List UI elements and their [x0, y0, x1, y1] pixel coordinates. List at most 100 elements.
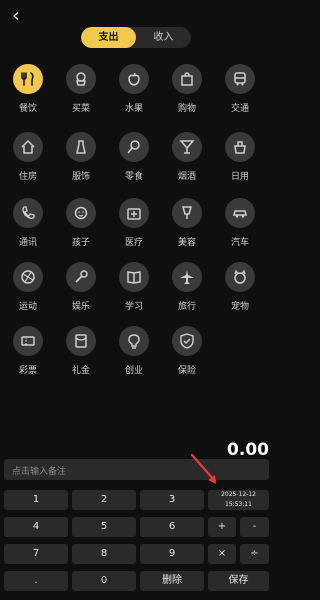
amount-display: 0.00 — [227, 440, 269, 460]
save-button[interactable]: 保存 — [208, 571, 269, 591]
key-dot[interactable]: . — [4, 571, 68, 591]
category-label: 运动 — [18, 302, 37, 312]
category-item-study[interactable]: 学习 — [108, 262, 160, 317]
bus-icon — [225, 64, 255, 94]
note-field-container — [4, 459, 285, 483]
basketball-icon — [13, 262, 43, 292]
category-label: 宠物 — [230, 302, 249, 312]
type-segmented-control: 支出 收入 — [81, 27, 191, 48]
category-label: 住房 — [18, 172, 37, 182]
category-label: 彩票 — [18, 366, 37, 376]
category-item-gift-money[interactable]: 礼金 — [55, 326, 107, 381]
key-5[interactable]: 5 — [72, 517, 136, 537]
category-label: 通讯 — [18, 238, 37, 248]
category-item-children[interactable]: 孩子 — [55, 198, 107, 253]
shopping-bag-icon — [172, 64, 202, 94]
category-label: 旅行 — [177, 302, 196, 312]
category-label: 保险 — [177, 366, 196, 376]
book-icon — [119, 262, 149, 292]
phone-icon — [13, 198, 43, 228]
category-label: 汽车 — [230, 238, 249, 248]
date-label: 2025-12-12 — [221, 491, 256, 498]
category-item-groceries[interactable]: 买菜 — [55, 64, 107, 119]
category-label: 学习 — [124, 302, 143, 312]
category-label: 交通 — [230, 104, 249, 114]
category-item-car[interactable]: 汽车 — [214, 198, 266, 253]
category-label: 娱乐 — [71, 302, 90, 312]
annotation-arrow-icon — [190, 453, 217, 484]
tab-income[interactable]: 收入 — [136, 27, 191, 48]
category-item-snacks[interactable]: 零食 — [108, 132, 160, 187]
key-0[interactable]: 0 — [72, 571, 136, 591]
chevron-left-icon: ‹ — [12, 3, 20, 27]
microphone-icon — [66, 262, 96, 292]
key-multiply[interactable]: × — [208, 544, 236, 564]
key-2[interactable]: 2 — [72, 490, 136, 510]
category-item-shopping[interactable]: 购物 — [161, 64, 213, 119]
key-7[interactable]: 7 — [4, 544, 68, 564]
top-bar: ‹ 支出 收入 — [0, 0, 273, 52]
category-item-daily[interactable]: 日用 — [214, 132, 266, 187]
key-minus[interactable]: - — [240, 517, 269, 537]
datetime-button[interactable]: 2025-12-12 15:53:11 — [208, 490, 269, 510]
category-item-entertainment[interactable]: 娱乐 — [55, 262, 107, 317]
category-item-travel[interactable]: 旅行 — [161, 262, 213, 317]
category-item-dining[interactable]: 餐饮 — [2, 64, 54, 119]
child-icon — [66, 198, 96, 228]
category-label: 日用 — [230, 172, 249, 182]
category-label: 服饰 — [71, 172, 90, 182]
category-item-alcohol[interactable]: 烟酒 — [161, 132, 213, 187]
back-button[interactable]: ‹ — [6, 5, 26, 25]
category-item-insurance[interactable]: 保险 — [161, 326, 213, 381]
beauty-icon — [172, 198, 202, 228]
utensils-icon — [13, 64, 43, 94]
category-label: 烟酒 — [177, 172, 196, 182]
key-6[interactable]: 6 — [140, 517, 204, 537]
shield-icon — [172, 326, 202, 356]
time-label: 15:53:11 — [225, 501, 252, 508]
lightbulb-icon — [119, 326, 149, 356]
category-label: 孩子 — [71, 238, 90, 248]
delete-button[interactable]: 删除 — [140, 571, 204, 591]
cocktail-glass-icon — [172, 132, 202, 162]
car-icon — [225, 198, 255, 228]
category-label: 餐饮 — [18, 104, 37, 114]
category-item-transport[interactable]: 交通 — [214, 64, 266, 119]
category-label: 买菜 — [71, 104, 90, 114]
note-input[interactable] — [4, 461, 285, 483]
key-4[interactable]: 4 — [4, 517, 68, 537]
lollipop-icon — [119, 132, 149, 162]
keypad: 1 2 3 2025-12-12 15:53:11 4 5 6 + - 7 8 … — [4, 490, 269, 600]
category-item-housing[interactable]: 住房 — [2, 132, 54, 187]
category-label: 医疗 — [124, 238, 143, 248]
airplane-icon — [172, 262, 202, 292]
category-label: 美容 — [177, 238, 196, 248]
clothes-icon — [66, 132, 96, 162]
key-1[interactable]: 1 — [4, 490, 68, 510]
category-label: 零食 — [124, 172, 143, 182]
category-label: 水果 — [124, 104, 143, 114]
category-item-sports[interactable]: 运动 — [2, 262, 54, 317]
tab-expense[interactable]: 支出 — [81, 27, 136, 48]
house-icon — [13, 132, 43, 162]
category-item-startup[interactable]: 创业 — [108, 326, 160, 381]
key-3[interactable]: 3 — [140, 490, 204, 510]
category-item-lottery[interactable]: 彩票 — [2, 326, 54, 381]
category-item-clothing[interactable]: 服饰 — [55, 132, 107, 187]
key-8[interactable]: 8 — [72, 544, 136, 564]
vegetables-icon — [66, 64, 96, 94]
red-envelope-icon — [66, 326, 96, 356]
category-label: 购物 — [177, 104, 196, 114]
category-item-beauty[interactable]: 美容 — [161, 198, 213, 253]
key-divide[interactable]: ÷ — [240, 544, 269, 564]
apple-icon — [119, 64, 149, 94]
category-item-medical[interactable]: 医疗 — [108, 198, 160, 253]
medical-kit-icon — [119, 198, 149, 228]
key-plus[interactable]: + — [208, 517, 236, 537]
key-9[interactable]: 9 — [140, 544, 204, 564]
category-label: 创业 — [124, 366, 143, 376]
daily-goods-icon — [225, 132, 255, 162]
category-item-telecom[interactable]: 通讯 — [2, 198, 54, 253]
category-item-fruit[interactable]: 水果 — [108, 64, 160, 119]
category-item-pets[interactable]: 宠物 — [214, 262, 266, 317]
